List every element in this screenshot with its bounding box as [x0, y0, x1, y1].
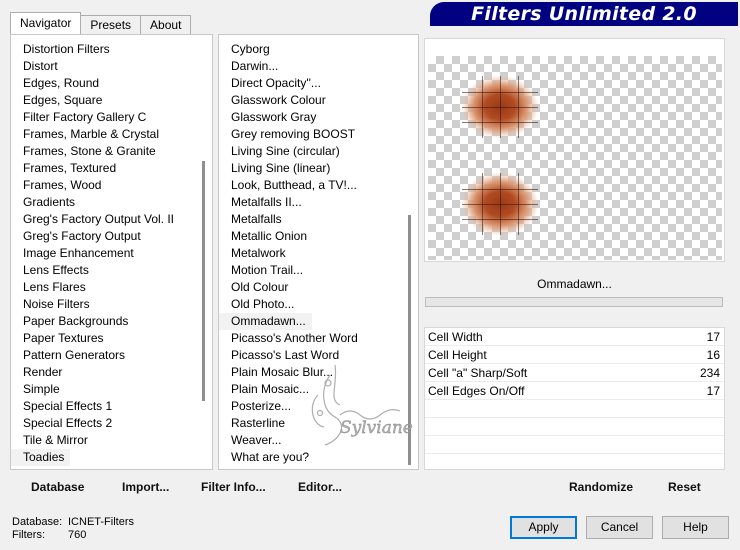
filter-list-item[interactable]: Metalfalls II...: [219, 194, 404, 211]
category-list-item[interactable]: Simple: [11, 381, 198, 398]
category-list-item[interactable]: Image Enhancement: [11, 245, 198, 262]
preview-area: [424, 38, 725, 262]
import-button[interactable]: Import...: [122, 480, 169, 494]
filter-list-item[interactable]: Glasswork Gray: [219, 109, 404, 126]
filters-count-label: Filters:: [12, 529, 45, 541]
cancel-button[interactable]: Cancel: [586, 516, 653, 539]
filter-list-item[interactable]: Living Sine (circular): [219, 143, 404, 160]
filter-list: Cyborg Darwin... Direct Opacity''... Glassw…: [219, 41, 404, 466]
category-list-item[interactable]: Greg's Factory Output Vol. II: [11, 211, 198, 228]
param-label: Cell "a" Sharp/Soft: [428, 366, 528, 380]
filter-list-item[interactable]: Darwin...: [219, 58, 404, 75]
filter-list-item[interactable]: Metalwork: [219, 245, 404, 262]
help-button[interactable]: Help: [662, 516, 729, 539]
preview-blob-top: [462, 76, 538, 138]
category-list-item[interactable]: Tile & Mirror: [11, 432, 198, 449]
current-filter-name: Ommadawn...: [424, 272, 725, 296]
filter-list-item[interactable]: What are you?: [219, 449, 404, 466]
category-list-item[interactable]: Pattern Generators: [11, 347, 198, 364]
category-list-item[interactable]: Distort: [11, 58, 198, 75]
category-list-item[interactable]: Lens Flares: [11, 279, 198, 296]
category-list: Distortion Filters Distort Edges, Round Edg…: [11, 41, 198, 466]
filter-list-item[interactable]: Weaver...: [219, 432, 404, 449]
param-cell-sharp-soft[interactable]: Cell "a" Sharp/Soft 234: [425, 364, 724, 382]
param-cell-height[interactable]: Cell Height 16: [425, 346, 724, 364]
filter-list-item[interactable]: Old Colour: [219, 279, 404, 296]
category-list-item[interactable]: Frames, Stone & Granite: [11, 143, 198, 160]
category-list-item[interactable]: Greg's Factory Output: [11, 228, 198, 245]
param-empty-row: [425, 400, 724, 418]
filter-list-item[interactable]: Living Sine (linear): [219, 160, 404, 177]
category-list-item[interactable]: Edges, Round: [11, 75, 198, 92]
preview-image: [428, 56, 722, 260]
category-list-item[interactable]: Gradients: [11, 194, 198, 211]
param-empty-row: [425, 436, 724, 454]
tab-presets[interactable]: Presets: [80, 15, 142, 34]
filter-list-item[interactable]: Ommadawn...: [219, 313, 312, 330]
param-cell-width[interactable]: Cell Width 17: [425, 328, 724, 346]
filter-list-item[interactable]: Plain Mosaic...: [219, 381, 404, 398]
category-list-item[interactable]: Toadies: [11, 449, 71, 466]
filter-list-item[interactable]: Old Photo...: [219, 296, 404, 313]
param-value[interactable]: 16: [707, 346, 720, 363]
filter-list-item[interactable]: Grey removing BOOST: [219, 126, 404, 143]
filter-list-item[interactable]: Glasswork Colour: [219, 92, 404, 109]
category-list-item[interactable]: Noise Filters: [11, 296, 198, 313]
randomize-button[interactable]: Randomize: [569, 480, 633, 494]
filter-list-item[interactable]: Motion Trail...: [219, 262, 404, 279]
category-list-panel[interactable]: Distortion Filters Distort Edges, Round Edg…: [10, 34, 213, 470]
tab-strip: Navigator Presets About: [10, 12, 192, 34]
database-label: Database:: [12, 516, 63, 528]
editor-button[interactable]: Editor...: [298, 480, 342, 494]
category-list-item[interactable]: Special Effects 2: [11, 415, 198, 432]
filter-list-item[interactable]: Plain Mosaic Blur...: [219, 364, 404, 381]
filter-list-item[interactable]: Direct Opacity''...: [219, 75, 404, 92]
filter-list-item[interactable]: Metallic Onion: [219, 228, 404, 245]
filter-info-button[interactable]: Filter Info...: [201, 480, 266, 494]
app-title: Filters Unlimited 2.0: [471, 3, 697, 25]
progress-bar: [425, 297, 723, 307]
preview-blob-bottom: [462, 173, 538, 235]
filter-list-item[interactable]: Picasso's Another Word: [219, 330, 404, 347]
param-cell-edges[interactable]: Cell Edges On/Off 17: [425, 382, 724, 400]
category-list-item[interactable]: Special Effects 1: [11, 398, 198, 415]
database-info: Database: ICNET-Filters Filters: 760: [12, 516, 134, 542]
param-value[interactable]: 17: [707, 328, 720, 345]
filter-list-item[interactable]: Look, Butthead, a TV!...: [219, 177, 404, 194]
filter-list-item[interactable]: Picasso's Last Word: [219, 347, 404, 364]
category-list-item[interactable]: Edges, Square: [11, 92, 198, 109]
category-scrollbar[interactable]: [202, 161, 205, 401]
filter-list-item[interactable]: Cyborg: [219, 41, 404, 58]
database-value: ICNET-Filters: [68, 516, 134, 528]
category-list-item[interactable]: Paper Textures: [11, 330, 198, 347]
category-list-item[interactable]: Frames, Marble & Crystal: [11, 126, 198, 143]
filter-list-panel[interactable]: Cyborg Darwin... Direct Opacity''... Glassw…: [218, 34, 419, 470]
filter-list-item[interactable]: Metalfalls: [219, 211, 404, 228]
category-list-item[interactable]: Frames, Wood: [11, 177, 198, 194]
param-value[interactable]: 17: [707, 382, 720, 399]
category-list-item[interactable]: Filter Factory Gallery C: [11, 109, 198, 126]
bottom-toolbar: Database Import... Filter Info... Editor…: [10, 472, 725, 500]
param-empty-row: [425, 418, 724, 436]
app-title-banner: Filters Unlimited 2.0: [430, 2, 738, 26]
category-list-item[interactable]: Paper Backgrounds: [11, 313, 198, 330]
param-label: Cell Width: [428, 330, 483, 344]
tab-about[interactable]: About: [140, 15, 192, 34]
category-list-item[interactable]: Render: [11, 364, 198, 381]
filters-count-value: 760: [68, 529, 87, 541]
filter-scrollbar[interactable]: [408, 215, 411, 465]
apply-button[interactable]: Apply: [510, 516, 577, 539]
param-label: Cell Height: [428, 348, 487, 362]
tab-navigator[interactable]: Navigator: [10, 12, 82, 34]
param-label: Cell Edges On/Off: [428, 384, 525, 398]
param-value[interactable]: 234: [700, 364, 720, 381]
category-list-item[interactable]: Distortion Filters: [11, 41, 198, 58]
filter-list-item[interactable]: Rasterline: [219, 415, 404, 432]
reset-button[interactable]: Reset: [668, 480, 701, 494]
parameter-panel: Cell Width 17 Cell Height 16 Cell "a" Sh…: [424, 327, 725, 470]
category-list-item[interactable]: Frames, Textured: [11, 160, 198, 177]
filter-list-item[interactable]: Posterize...: [219, 398, 404, 415]
database-button[interactable]: Database: [31, 480, 84, 494]
category-list-item[interactable]: Lens Effects: [11, 262, 198, 279]
